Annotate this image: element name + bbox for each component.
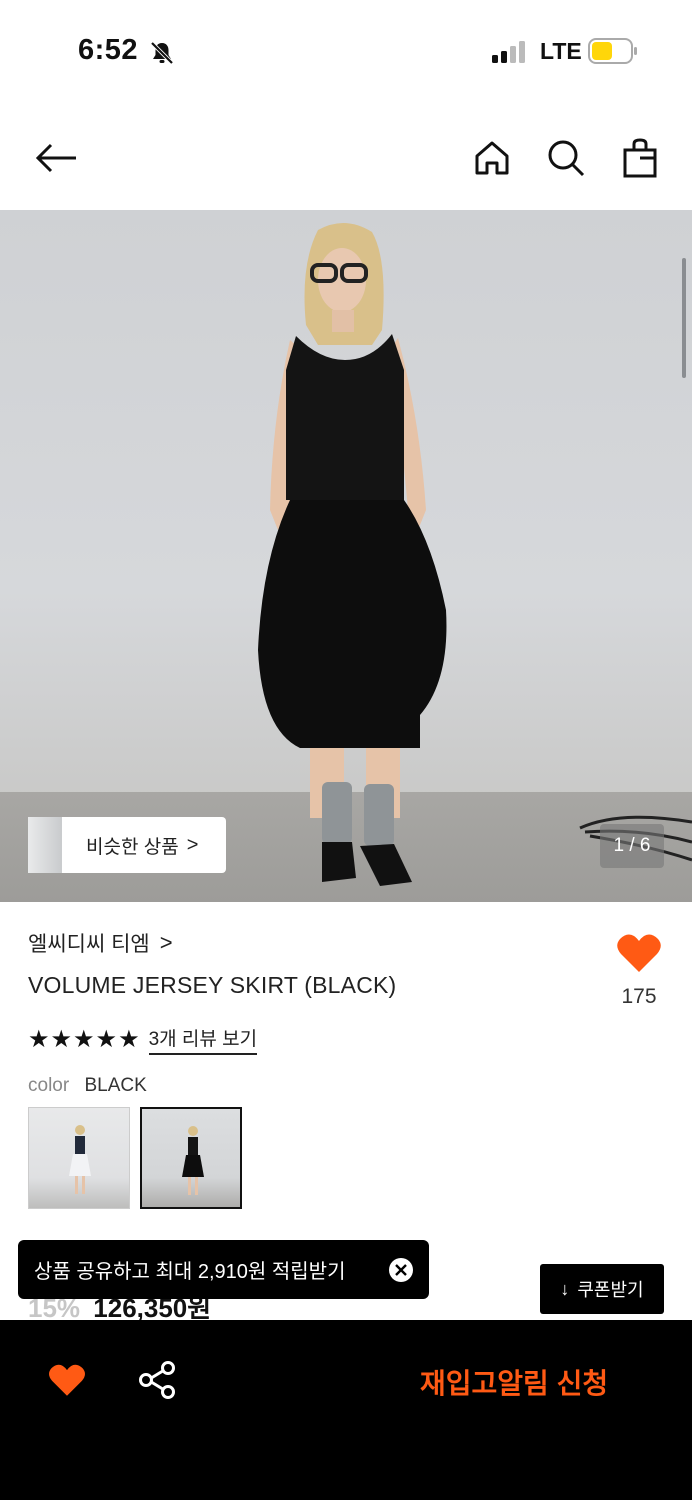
scroll-indicator [682, 258, 686, 378]
home-icon [475, 141, 509, 175]
arrow-left-icon [35, 143, 76, 173]
star-icon: ★ [73, 1025, 95, 1053]
home-button[interactable] [468, 134, 516, 182]
bottom-action-bar: 재입고알림 신청 [0, 1320, 692, 1500]
heart-icon[interactable] [48, 1362, 86, 1398]
review-link[interactable]: 3개 리뷰 보기 [148, 1024, 258, 1055]
model-figure [258, 222, 692, 886]
product-image-carousel[interactable]: 비슷한 상품 > 1 / 6 [0, 210, 692, 902]
color-value: BLACK [84, 1075, 147, 1096]
star-icon: ★ [118, 1025, 140, 1053]
heart-icon[interactable] [616, 932, 662, 974]
share-icon[interactable] [138, 1360, 176, 1400]
status-time: 6:52 [78, 34, 139, 66]
similar-products-label: 비슷한 상품 [86, 836, 179, 858]
share-reward-toast[interactable]: 상품 공유하고 최대 2,910원 적립받기 [18, 1240, 429, 1299]
search-icon [548, 140, 585, 177]
rating-row: ★ ★ ★ ★ ★ 3개 리뷰 보기 [28, 1024, 258, 1055]
cart-button[interactable] [616, 134, 664, 182]
close-icon [395, 1264, 407, 1276]
brand-name: 엘씨디씨 티엠 [28, 933, 150, 956]
color-swatch-light[interactable] [28, 1107, 130, 1209]
color-swatch-black[interactable] [140, 1107, 242, 1209]
chevron-right-icon: > [186, 833, 199, 856]
signal-icon [492, 41, 525, 63]
status-bar: 6:52 LTE [0, 0, 692, 100]
coupon-download-button[interactable]: ↓ 쿠폰받기 [540, 1264, 664, 1314]
restock-alert-button[interactable]: 재입고알림 신청 [420, 1362, 608, 1402]
color-option-row: color BLACK [28, 1075, 147, 1097]
top-nav-bar [0, 110, 692, 206]
download-icon: ↓ [560, 1278, 570, 1299]
star-icon: ★ [95, 1025, 118, 1053]
toast-text: 상품 공유하고 최대 2,910원 적립받기 [34, 1261, 346, 1283]
color-label: color [28, 1075, 70, 1096]
chevron-right-icon: > [159, 930, 173, 955]
swatch-model-figure [69, 1125, 91, 1194]
battery-icon [588, 38, 637, 64]
back-button[interactable] [32, 134, 80, 182]
star-icon: ★ [28, 1025, 50, 1053]
coupon-label: 쿠폰받기 [577, 1280, 644, 1300]
star-icon: ★ [50, 1025, 73, 1053]
brand-link[interactable]: 엘씨디씨 티엠 > [28, 928, 173, 958]
shopping-bag-icon [623, 138, 657, 178]
network-label: LTE [540, 38, 582, 64]
bell-slash-icon [150, 41, 174, 65]
swatch-model-figure [182, 1126, 204, 1195]
search-button[interactable] [542, 134, 590, 182]
image-page-counter: 1 / 6 [600, 824, 664, 868]
product-name: VOLUME JERSEY SKIRT (BLACK) [28, 972, 397, 998]
like-count: 175 [621, 985, 657, 1008]
similar-thumbnail [28, 817, 64, 873]
close-button[interactable] [389, 1258, 413, 1282]
similar-products-button[interactable]: 비슷한 상품 > [28, 817, 226, 873]
